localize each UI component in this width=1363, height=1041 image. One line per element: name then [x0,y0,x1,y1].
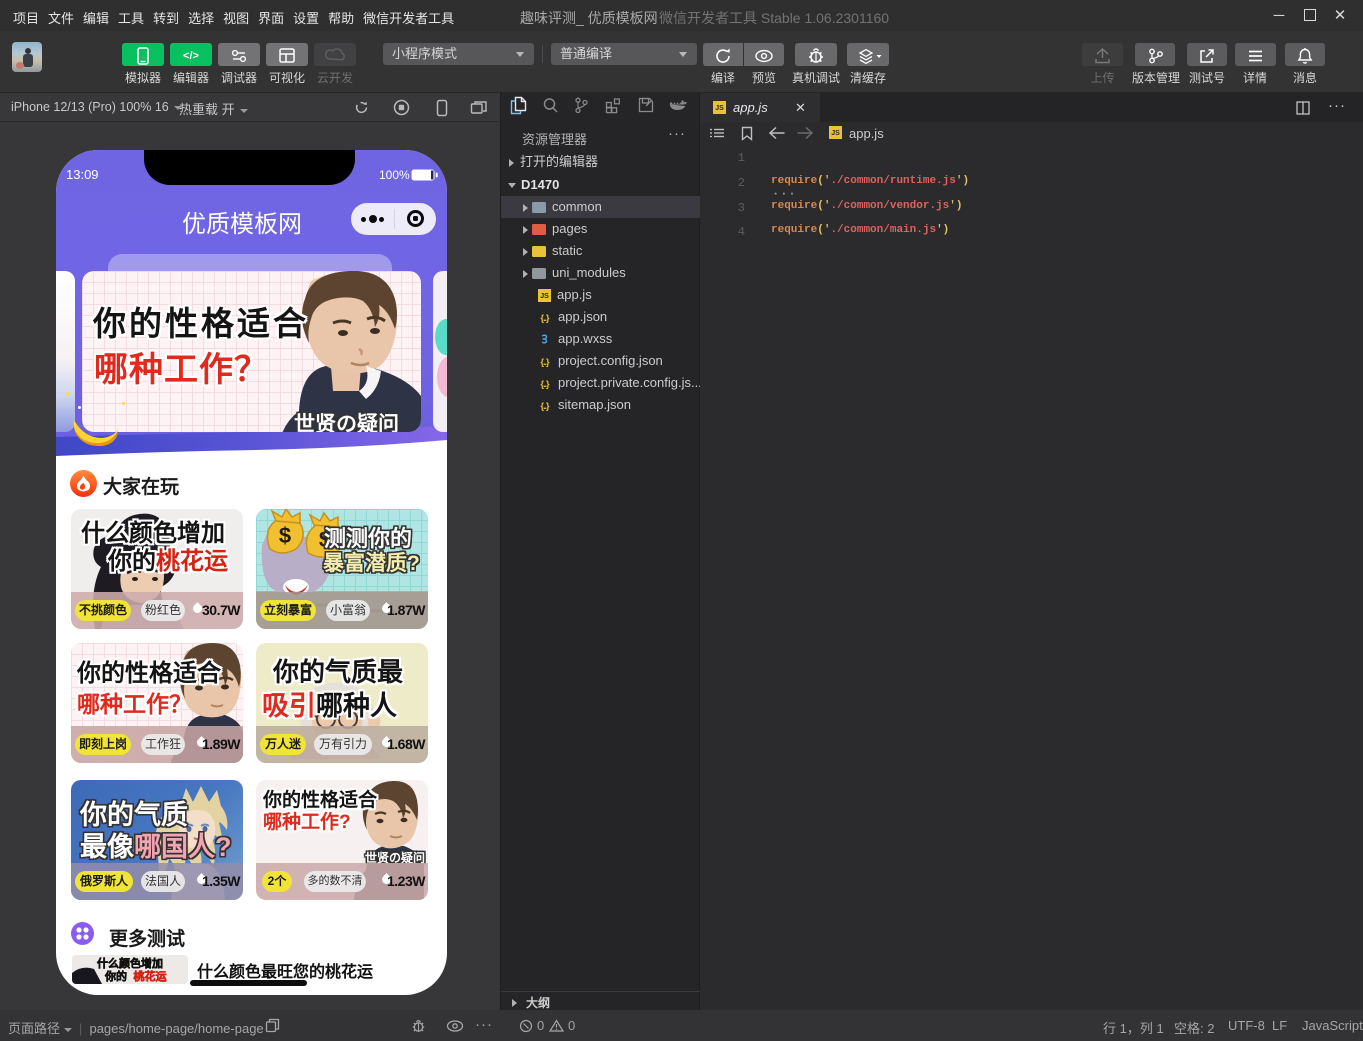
svg-text:你的: 你的 [104,969,127,983]
svg-text:什么颜色增加: 什么颜色增加 [97,956,163,970]
svg-text:桃花运: 桃花运 [134,969,167,983]
svg-text:$: $ [279,523,291,548]
